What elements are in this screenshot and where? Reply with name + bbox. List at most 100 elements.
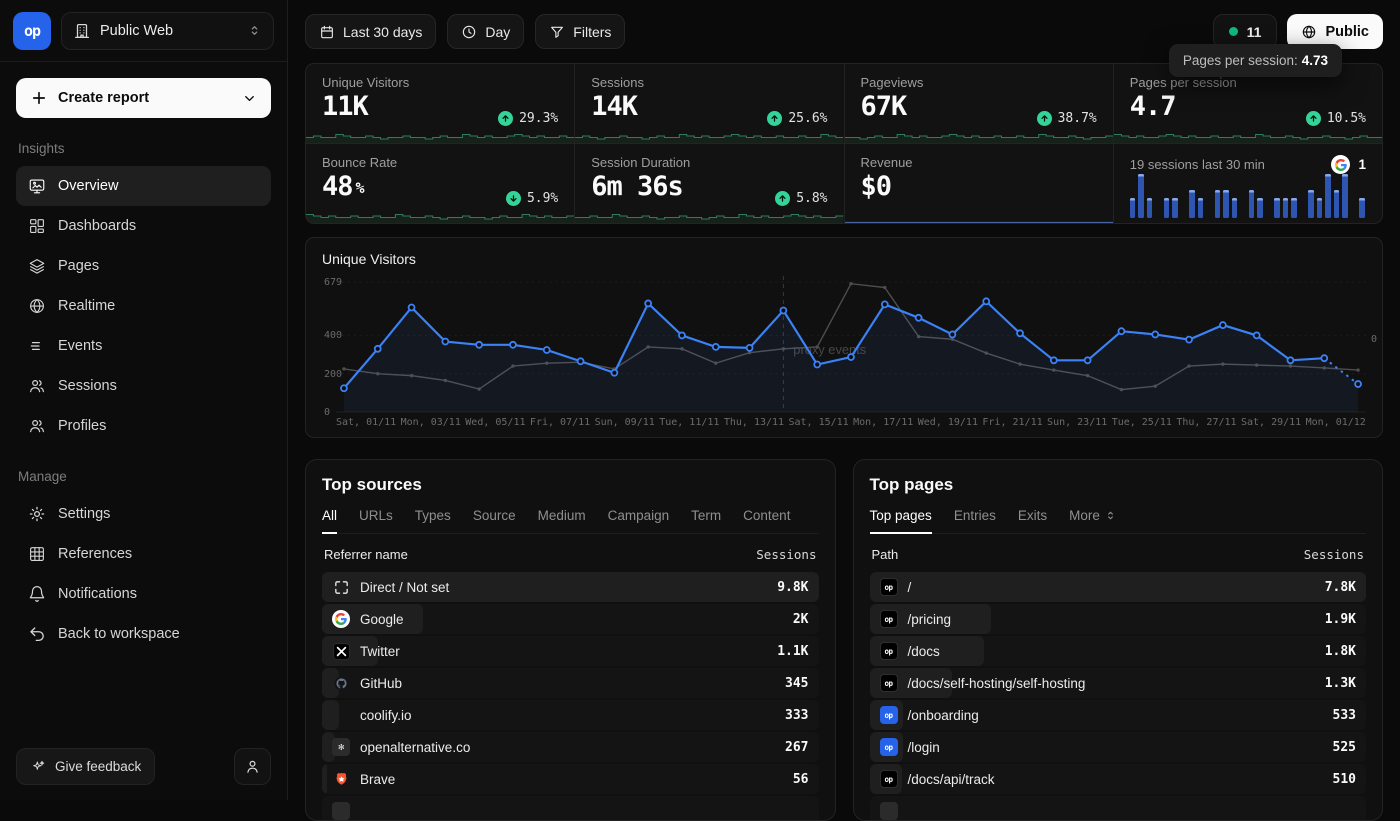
table-row[interactable]: op/docs/api/track510 [870, 764, 1367, 794]
table-row[interactable]: coolify.io333 [322, 700, 819, 730]
stat-label: Revenue [861, 155, 1097, 170]
tab-content[interactable]: Content [743, 508, 790, 534]
user-menu-button[interactable] [234, 748, 271, 785]
flat-sparkline [845, 208, 1113, 223]
stat-card-bounce-rate[interactable]: Bounce Rate48%5.9% [306, 144, 574, 223]
sidebar-item-dashboards[interactable]: Dashboards [16, 206, 271, 246]
tab-more[interactable]: More [1069, 508, 1117, 534]
table-row[interactable]: Brave56 [322, 764, 819, 794]
table-row[interactable]: op/docs1.8K [870, 636, 1367, 666]
realtime-bar [1257, 198, 1263, 218]
events-icon [28, 337, 46, 355]
tab-campaign[interactable]: Campaign [608, 508, 670, 534]
arrow-up-icon [1037, 111, 1052, 126]
row-name: Direct / Not set [360, 580, 449, 595]
row-name: /docs [908, 644, 940, 659]
sidebar-item-events[interactable]: Events [16, 326, 271, 366]
tab-exits[interactable]: Exits [1018, 508, 1047, 534]
table-row[interactable]: ✻openalternative.co267 [322, 732, 819, 762]
table-row[interactable]: op/login525 [870, 732, 1367, 762]
sidebar-item-profiles[interactable]: Profiles [16, 406, 271, 446]
table-row[interactable]: GitHub345 [322, 668, 819, 698]
tab-source[interactable]: Source [473, 508, 516, 534]
row-name: / [908, 580, 912, 595]
stat-delta: 5.9% [506, 191, 558, 206]
table-row[interactable]: op/pricing1.9K [870, 604, 1367, 634]
sidebar-item-realtime[interactable]: Realtime [16, 286, 271, 326]
stat-delta: 5.8% [775, 191, 827, 206]
realtime-bar [1359, 198, 1365, 218]
direct-icon [332, 578, 350, 596]
line-chart[interactable]: proxy events [336, 274, 1366, 420]
clock-icon [461, 24, 477, 40]
tab-label: Source [473, 508, 516, 523]
stat-card-sessions[interactable]: Sessions14K25.6% [575, 64, 843, 143]
twitter-icon [332, 642, 350, 660]
row-value: 510 [1333, 772, 1356, 787]
stat-card-unique-visitors[interactable]: Unique Visitors11K29.3% [306, 64, 574, 143]
interval-button[interactable]: Day [447, 14, 524, 49]
tab-types[interactable]: Types [415, 508, 451, 534]
pages-icon [28, 257, 46, 275]
table-row[interactable]: op/docs/self-hosting/self-hosting1.3K [870, 668, 1367, 698]
tables-row: Top sources AllURLsTypesSourceMediumCamp… [305, 459, 1383, 821]
tab-label: All [322, 508, 337, 523]
tab-medium[interactable]: Medium [538, 508, 586, 534]
table-row[interactable]: Twitter1.1K [322, 636, 819, 666]
tab-urls[interactable]: URLs [359, 508, 393, 534]
arrow-down-icon [506, 191, 521, 206]
tab-entries[interactable]: Entries [954, 508, 996, 534]
back-icon [28, 625, 46, 643]
nav-section-label: Manage [18, 469, 271, 484]
top-sources-rows: Direct / Not set 9.8K Google2KTwitter1.1KG… [322, 572, 819, 821]
right-axis-label: 0 [1371, 334, 1377, 345]
app-logo[interactable]: op [13, 12, 51, 50]
main-content: Last 30 days Day Filters 11 Public [288, 0, 1400, 800]
sidebar-item-pages[interactable]: Pages [16, 246, 271, 286]
tab-top-pages[interactable]: Top pages [870, 508, 932, 534]
public-share-label: Public [1325, 24, 1369, 40]
row-value: 56 [793, 772, 809, 787]
stat-delta: 38.7% [1037, 111, 1097, 126]
top-pages-card: Top pages Top pagesEntriesExitsMore Path… [853, 459, 1384, 821]
stat-card-revenue[interactable]: Revenue$0 [845, 144, 1113, 223]
date-range-button[interactable]: Last 30 days [305, 14, 436, 49]
table-row[interactable]: op/7.8K [870, 572, 1367, 602]
sidebar-item-overview[interactable]: Overview [16, 166, 271, 206]
tab-label: Campaign [608, 508, 670, 523]
give-feedback-button[interactable]: Give feedback [16, 748, 155, 785]
sidebar-item-references[interactable]: References [16, 534, 271, 574]
stat-card-session-duration[interactable]: Session Duration6m 36s5.8% [575, 144, 843, 223]
row-value: 345 [785, 676, 808, 691]
table-row[interactable]: Google2K [322, 604, 819, 634]
realtime-bar [1283, 198, 1289, 218]
sidebar-item-back-to-workspace[interactable]: Back to workspace [16, 614, 271, 654]
live-visitors-count: 11 [1247, 24, 1262, 40]
sidebar-item-notifications[interactable]: Notifications [16, 574, 271, 614]
op-blue-icon: op [880, 706, 898, 724]
sidebar-item-label: Dashboards [58, 218, 136, 234]
workspace-selector[interactable]: Public Web [61, 12, 274, 50]
x-tick-label: Sun, 09/11 [595, 417, 655, 428]
row-value: 9.8K [777, 580, 808, 595]
google-icon [332, 610, 350, 628]
create-report-button[interactable]: Create report [16, 78, 271, 118]
row-value: 1.1K [777, 644, 808, 659]
sidebar-item-settings[interactable]: Settings [16, 494, 271, 534]
stat-delta-value: 10.5% [1327, 111, 1366, 126]
sidebar-header: op Public Web [0, 0, 287, 62]
column-referrer-name: Referrer name [324, 547, 408, 562]
tab-term[interactable]: Term [691, 508, 721, 534]
github-icon [332, 674, 350, 692]
tab-all[interactable]: All [322, 508, 337, 534]
sidebar-item-sessions[interactable]: Sessions [16, 366, 271, 406]
stat-delta-value: 38.7% [1058, 111, 1097, 126]
stat-delta: 25.6% [767, 111, 827, 126]
stat-card-pageviews[interactable]: Pageviews67K38.7% [845, 64, 1113, 143]
realtime-bar [1223, 190, 1229, 218]
realtime-sessions-card[interactable]: 19 sessions last 30 min 1 [1114, 144, 1382, 223]
op-favicon: op [880, 578, 898, 596]
filters-button[interactable]: Filters [535, 14, 625, 49]
table-row[interactable]: op/onboarding533 [870, 700, 1367, 730]
table-row[interactable]: Direct / Not set 9.8K [322, 572, 819, 602]
